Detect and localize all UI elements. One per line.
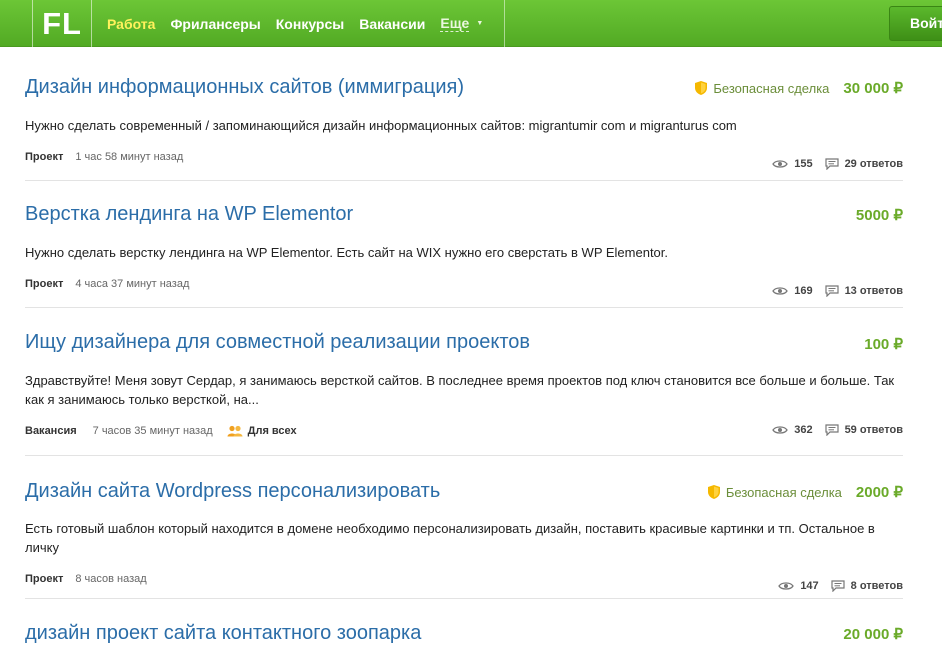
views-count: 155 xyxy=(794,158,813,170)
views-count: 147 xyxy=(800,580,819,592)
safe-deal-label: Безопасная сделка xyxy=(713,80,830,96)
project-type: Проект xyxy=(25,151,64,163)
fl-logo[interactable]: FL xyxy=(32,0,92,47)
project-price: 100 ₽ xyxy=(864,336,903,353)
eye-icon xyxy=(772,426,788,434)
project-title-link[interactable]: Дизайн информационных сайтов (иммиграция… xyxy=(25,76,464,99)
audience-label: Для всех xyxy=(247,425,297,437)
project-meta: Проект 8 часов назад xyxy=(25,573,147,585)
project-type: Проект xyxy=(25,278,64,290)
answers-count-link[interactable]: 29 ответов xyxy=(845,158,903,170)
nav-item-contests[interactable]: Конкурсы xyxy=(276,16,344,32)
project-feed: Дизайн информационных сайтов (иммиграция… xyxy=(25,47,903,654)
nav-more-label: Еще xyxy=(440,15,470,32)
project-time: 7 часов 35 минут назад xyxy=(92,425,213,437)
nav-divider xyxy=(504,0,505,47)
project-type: Вакансия xyxy=(25,425,77,437)
project-price: 30 000 ₽ xyxy=(843,80,903,97)
project-meta: Проект 1 час 58 минут назад xyxy=(25,151,183,163)
nav-item-vacancies[interactable]: Вакансии xyxy=(359,16,425,32)
audience-badge: Для всех xyxy=(227,425,297,437)
project-card: Дизайн информационных сайтов (иммиграция… xyxy=(25,47,903,181)
eye-icon xyxy=(778,582,795,590)
eye-icon xyxy=(772,287,788,295)
price-block: 20 000 ₽ xyxy=(843,625,903,643)
shield-icon xyxy=(707,485,720,499)
price-block: 100 ₽ xyxy=(864,335,903,353)
shield-icon xyxy=(695,81,708,95)
project-card: дизайн проект сайта контактного зоопарка… xyxy=(25,599,903,654)
nav-item-more[interactable]: Еще ▼ xyxy=(440,15,483,32)
project-title-link[interactable]: Ищу дизайнера для совместной реализации … xyxy=(25,331,530,354)
project-card: Дизайн сайта Wordpress персонализировать… xyxy=(25,456,903,599)
project-time: 1 час 58 минут назад xyxy=(75,151,184,163)
project-stats: 155 29 ответов xyxy=(772,158,903,170)
main-nav: Работа Фрилансеры Конкурсы Вакансии Еще … xyxy=(107,0,498,47)
nav-item-freelancers[interactable]: Фрилансеры xyxy=(170,16,260,32)
project-price: 2000 ₽ xyxy=(855,484,903,501)
project-time: 8 часов назад xyxy=(75,573,147,585)
project-description: Есть готовый шаблон который находится в … xyxy=(25,521,875,555)
price-block: 5000 ₽ xyxy=(856,206,903,224)
project-description: Здравствуйте! Меня зовут Сердар, я заним… xyxy=(25,373,895,407)
safe-deal-badge[interactable]: Безопасная сделка xyxy=(695,81,829,96)
login-button[interactable]: Войт xyxy=(889,6,942,41)
project-card: Ищу дизайнера для совместной реализации … xyxy=(25,308,903,456)
project-card: Верстка лендинга на WP Elementor 5000 ₽ … xyxy=(25,181,903,308)
speech-bubble-icon xyxy=(824,285,839,297)
project-stats: 169 13 ответов xyxy=(772,285,903,297)
project-description: Нужно сделать верстку лендинга на WP Ele… xyxy=(25,245,669,260)
project-meta: Проект 4 часа 37 минут назад xyxy=(25,278,189,290)
project-stats: 147 8 ответов xyxy=(778,580,903,592)
project-title-link[interactable]: Верстка лендинга на WP Elementor xyxy=(25,203,353,226)
speech-bubble-icon xyxy=(824,424,839,436)
people-icon xyxy=(227,425,243,437)
project-time: 4 часа 37 минут назад xyxy=(75,278,190,290)
project-stats: 362 59 ответов xyxy=(772,424,903,436)
project-type: Проект xyxy=(25,573,64,585)
safe-deal-badge[interactable]: Безопасная сделка xyxy=(707,484,842,500)
top-navigation-bar: FL Работа Фрилансеры Конкурсы Вакансии Е… xyxy=(0,0,942,47)
chevron-down-icon: ▼ xyxy=(476,20,484,27)
project-price: 5000 ₽ xyxy=(855,207,903,224)
nav-item-work[interactable]: Работа xyxy=(107,16,155,32)
views-count: 362 xyxy=(794,424,813,436)
price-block: Безопасная сделка 30 000 ₽ xyxy=(695,79,903,97)
project-description: Нужно сделать современный / запоминающий… xyxy=(25,118,737,133)
price-block: Безопасная сделка 2000 ₽ xyxy=(707,483,903,501)
views-count: 169 xyxy=(794,285,813,297)
speech-bubble-icon xyxy=(831,580,845,592)
answers-count-link[interactable]: 8 ответов xyxy=(851,580,903,592)
speech-bubble-icon xyxy=(824,158,839,170)
eye-icon xyxy=(772,160,788,168)
project-meta: Вакансия 7 часов 35 минут назад Для всех xyxy=(25,425,297,437)
project-title-link[interactable]: Дизайн сайта Wordpress персонализировать xyxy=(25,480,440,503)
answers-count-link[interactable]: 13 ответов xyxy=(845,285,903,297)
project-title-link[interactable]: дизайн проект сайта контактного зоопарка xyxy=(25,622,421,645)
safe-deal-label: Безопасная сделка xyxy=(725,484,842,500)
answers-count-link[interactable]: 59 ответов xyxy=(845,424,903,436)
project-price: 20 000 ₽ xyxy=(843,626,903,643)
